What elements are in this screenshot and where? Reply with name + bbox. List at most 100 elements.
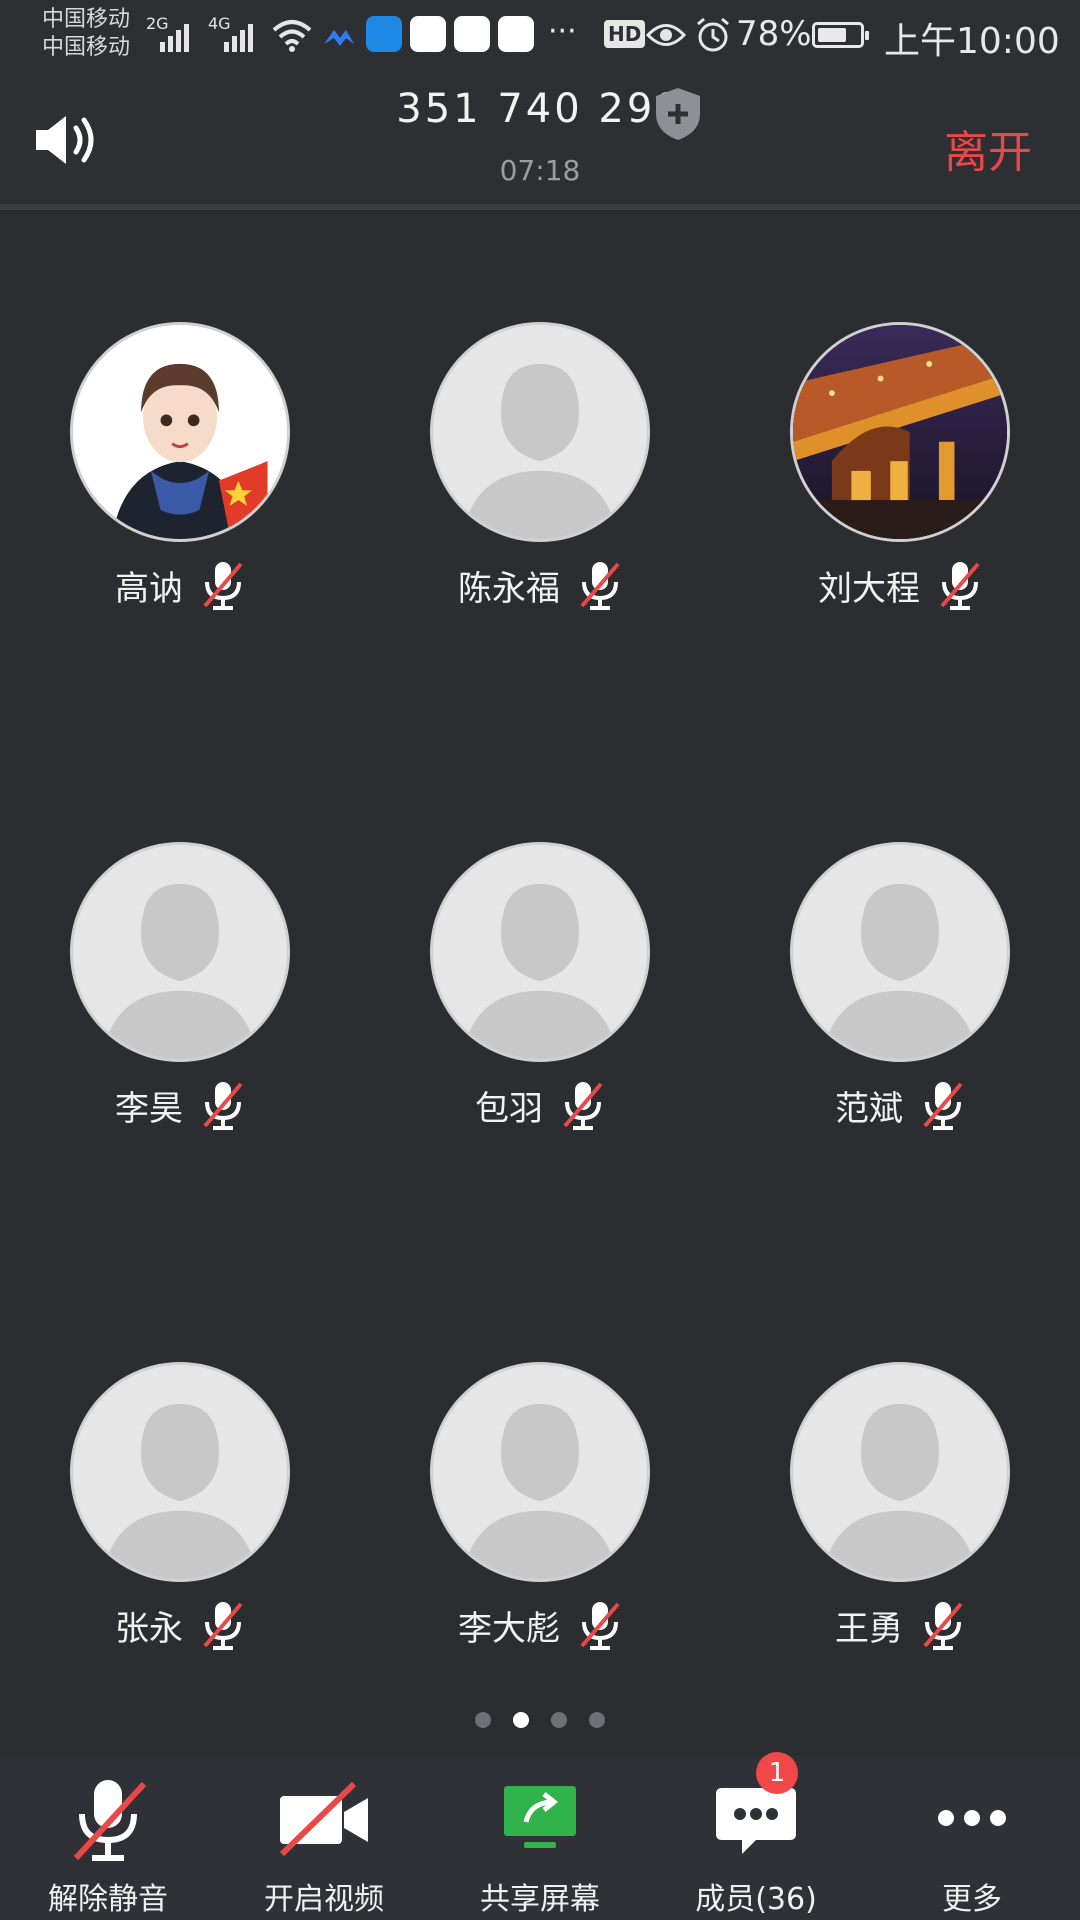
- participant-name-row: 李昊: [0, 1080, 360, 1130]
- participant-tile[interactable]: 包羽: [360, 842, 720, 1172]
- share-screen-label: 共享屏幕: [480, 1882, 600, 1917]
- participant-name: 高讷: [115, 568, 183, 609]
- avatar: [70, 322, 290, 542]
- participant-tile[interactable]: 刘大程: [720, 322, 1080, 652]
- avatar: [790, 842, 1010, 1062]
- browser-app-icon: [410, 16, 446, 52]
- participant-name-row: 张永: [0, 1600, 360, 1650]
- avatar: [70, 1362, 290, 1582]
- page-dot[interactable]: [551, 1712, 567, 1728]
- status-clock: 上午10:00: [884, 21, 1060, 62]
- page-dot-active[interactable]: [513, 1712, 529, 1728]
- participant-name-row: 范斌: [720, 1080, 1080, 1130]
- participant-name: 陈永福: [458, 568, 560, 609]
- share-screen-button[interactable]: 共享屏幕: [432, 1756, 648, 1920]
- muted-mic-icon: [940, 562, 980, 610]
- participant-name: 王勇: [835, 1608, 903, 1649]
- avatar: [790, 1362, 1010, 1582]
- leave-button[interactable]: 离开: [944, 116, 1032, 180]
- avatar: [430, 1362, 650, 1582]
- members-button[interactable]: 成员(36): [648, 1756, 864, 1920]
- participant-tile[interactable]: 陈永福: [360, 322, 720, 652]
- participant-name: 范斌: [835, 1088, 903, 1129]
- carrier-1: 中国移动: [42, 7, 131, 32]
- participant-name: 李昊: [115, 1088, 183, 1129]
- participant-tile[interactable]: 高讷: [0, 322, 360, 652]
- more-button[interactable]: 更多: [864, 1756, 1080, 1920]
- participant-name: 张永: [115, 1608, 183, 1649]
- members-label: 成员(36): [695, 1882, 817, 1917]
- meeting-id: 351 740 298: [396, 86, 684, 132]
- bottom-toolbar: 解除静音 开启视频 共享屏幕 成员(36) 更多: [0, 1756, 1080, 1920]
- battery-icon: [812, 22, 869, 48]
- participant-name-row: 包羽: [360, 1080, 720, 1130]
- more-icon: [938, 1810, 1006, 1826]
- default-avatar-icon: [73, 845, 287, 1059]
- bird-app-icon: [324, 30, 354, 46]
- participant-tile[interactable]: 张永: [0, 1362, 360, 1692]
- participant-tile[interactable]: 范斌: [720, 842, 1080, 1172]
- signal-icon: [224, 24, 253, 52]
- eye-icon: [646, 24, 686, 46]
- muted-mic-icon: [203, 1082, 243, 1130]
- avatar: [790, 322, 1010, 542]
- hd-icon: HD: [604, 20, 646, 48]
- participant-name-row: 陈永福: [360, 560, 720, 610]
- muted-mic-icon: [73, 1780, 147, 1861]
- carrier-labels: 中国移动 中国移动: [42, 6, 130, 62]
- participant-name: 李大彪: [458, 1608, 560, 1649]
- default-avatar-icon: [793, 1365, 1007, 1579]
- muted-mic-icon: [563, 1082, 603, 1130]
- participant-name: 刘大程: [818, 568, 920, 609]
- start-video-button[interactable]: 开启视频: [216, 1756, 432, 1920]
- baidu-app-icon: [454, 16, 490, 52]
- bridge-photo-avatar-image: [793, 325, 1007, 539]
- page-dot[interactable]: [589, 1712, 605, 1728]
- participant-tile[interactable]: 李大彪: [360, 1362, 720, 1692]
- participant-tile[interactable]: 王勇: [720, 1362, 1080, 1692]
- more-notifications-icon: ···: [548, 14, 577, 49]
- shield-app-icon: [366, 16, 402, 52]
- participant-name-row: 高讷: [0, 560, 360, 610]
- members-notification-badge: 1: [756, 1752, 798, 1794]
- meeting-header: 351 740 298 07:18 离开: [0, 72, 1080, 210]
- carrier-2: 中国移动: [42, 35, 131, 60]
- avatar: [430, 322, 650, 542]
- muted-mic-icon: [580, 562, 620, 610]
- battery-percent: 78%: [736, 14, 812, 54]
- muted-mic-icon: [580, 1602, 620, 1650]
- avatar: [430, 842, 650, 1062]
- more-label: 更多: [942, 1882, 1002, 1917]
- muted-mic-icon: [203, 1602, 243, 1650]
- video-off-icon: [279, 1781, 368, 1857]
- muted-mic-icon: [923, 1602, 963, 1650]
- default-avatar-icon: [433, 325, 647, 539]
- default-avatar-icon: [433, 845, 647, 1059]
- muted-mic-icon: [923, 1082, 963, 1130]
- participant-name: 包羽: [475, 1088, 543, 1129]
- participant-name-row: 王勇: [720, 1600, 1080, 1650]
- page-indicator: [0, 1712, 1080, 1732]
- participant-name-row: 李大彪: [360, 1600, 720, 1650]
- default-avatar-icon: [793, 845, 1007, 1059]
- avatar: [70, 842, 290, 1062]
- default-avatar-icon: [433, 1365, 647, 1579]
- share-screen-icon: [504, 1786, 576, 1848]
- status-bar: 中国移动 中国移动 2G 4G ··· HD 78% 上午10:00: [0, 0, 1080, 72]
- participant-tile[interactable]: 李昊: [0, 842, 360, 1172]
- participant-name-row: 刘大程: [720, 560, 1080, 610]
- default-avatar-icon: [73, 1365, 287, 1579]
- alarm-icon: [697, 17, 729, 52]
- start-video-label: 开启视频: [264, 1882, 384, 1917]
- tmall-app-icon: [498, 16, 534, 52]
- participant-grid: 高讷 陈永福 刘大程 李昊 包羽 范斌 张永 李大彪 王勇: [0, 210, 1080, 1750]
- cartoon-avatar-image: [73, 325, 287, 539]
- wifi-icon: [272, 20, 312, 52]
- signal-icon: [160, 24, 189, 52]
- security-shield-icon[interactable]: [652, 86, 704, 142]
- unmute-button[interactable]: 解除静音: [0, 1756, 216, 1920]
- page-dot[interactable]: [475, 1712, 491, 1728]
- unmute-label: 解除静音: [48, 1882, 168, 1917]
- muted-mic-icon: [203, 562, 243, 610]
- meeting-timer: 07:18: [499, 154, 581, 187]
